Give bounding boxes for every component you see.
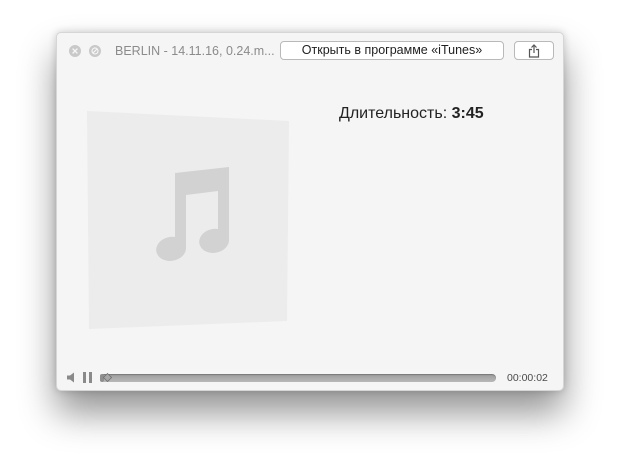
close-icon — [72, 48, 78, 54]
no-fullscreen-button[interactable] — [89, 45, 101, 57]
player-controls: 00:00:02 — [57, 367, 563, 389]
volume-icon[interactable] — [67, 372, 77, 383]
pause-icon — [89, 372, 92, 383]
close-button[interactable] — [69, 45, 81, 57]
title-bar: BERLIN - 14.11.16, 0.24.m... Открыть в п… — [57, 33, 563, 69]
quicklook-window: BERLIN - 14.11.16, 0.24.m... Открыть в п… — [56, 32, 564, 391]
album-artwork — [87, 107, 293, 331]
playhead-knob[interactable] — [103, 373, 112, 382]
open-in-itunes-button[interactable]: Открыть в программе «iTunes» — [280, 41, 504, 60]
file-name: BERLIN - 14.11.16, 0.24.m... — [115, 44, 275, 58]
music-note-icon — [87, 111, 289, 329]
duration-label: Длительность: — [339, 105, 452, 122]
no-fullscreen-icon — [91, 47, 99, 55]
pause-button[interactable] — [83, 372, 93, 383]
share-button[interactable] — [514, 41, 554, 60]
duration-text: Длительность: 3:45 — [339, 105, 484, 123]
pause-icon — [83, 372, 86, 383]
duration-value: 3:45 — [451, 105, 484, 122]
playback-progress-bar[interactable] — [100, 373, 496, 382]
screen: BERLIN - 14.11.16, 0.24.m... Открыть в п… — [0, 0, 618, 470]
share-icon — [528, 44, 540, 58]
elapsed-time: 00:00:02 — [507, 372, 548, 384]
